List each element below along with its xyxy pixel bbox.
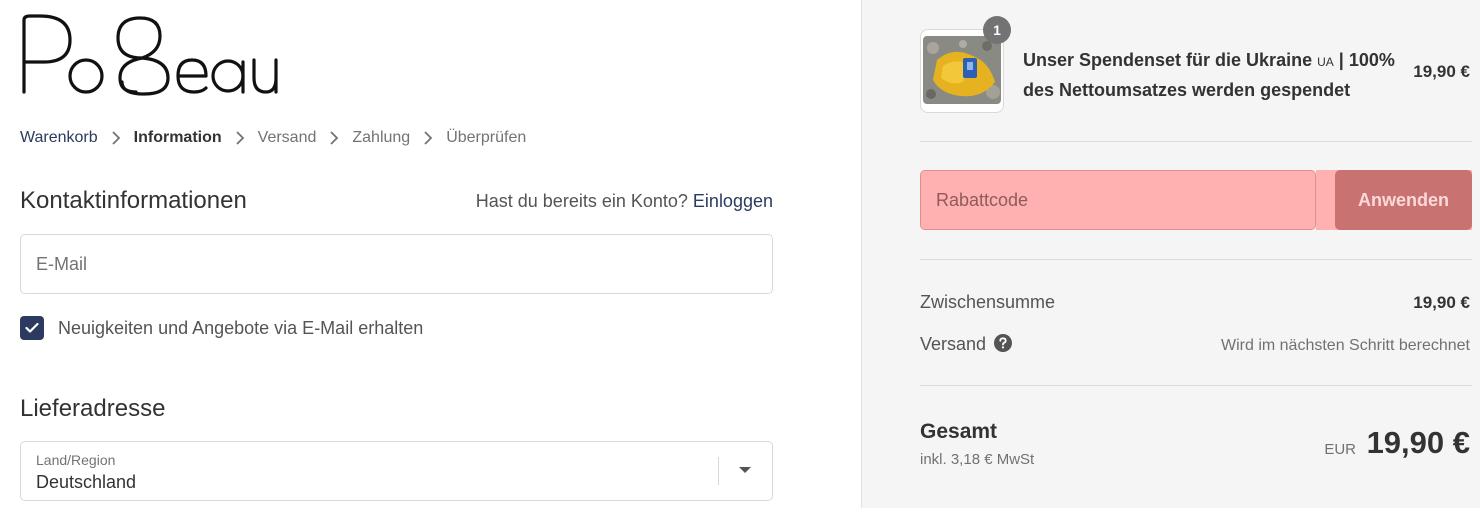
breadcrumb-payment: Zahlung <box>352 129 411 146</box>
product-image <box>923 36 1001 104</box>
breadcrumb-shipping: Versand <box>257 129 317 146</box>
pobeau-logo[interactable] <box>18 12 280 98</box>
breadcrumb-review: Überprüfen <box>446 129 527 146</box>
chevron-right-icon <box>416 128 440 148</box>
subtotal-label: Zwischensumme <box>920 292 1056 312</box>
product-price: 19,90 € <box>1413 62 1470 81</box>
account-question: Hast du bereits ein Konto? <box>475 191 688 211</box>
product-thumbnail: 1 <box>920 16 1011 113</box>
product-name-flag: UA <box>1317 55 1334 69</box>
divider <box>920 259 1472 260</box>
discount-field <box>920 170 1316 230</box>
newsletter-label: Neuigkeiten und Angebote via E-Mail erha… <box>58 317 424 338</box>
divider <box>920 141 1472 142</box>
email-input[interactable] <box>21 235 772 293</box>
login-link[interactable]: Einloggen <box>693 191 773 211</box>
shipping-note: Wird im nächsten Schritt berechnet <box>1221 337 1470 354</box>
currency-code: EUR <box>1324 441 1356 458</box>
subtotal-value: 19,90 € <box>1413 293 1470 312</box>
discount-code-input[interactable] <box>921 171 1315 229</box>
tax-note: inkl. 3,18 € MwSt <box>920 451 1035 468</box>
product-name: Unser Spendenset für die Ukraine UA | 10… <box>1023 50 1395 100</box>
total-label: Gesamt <box>920 420 998 443</box>
apply-discount-button[interactable]: Anwenden <box>1335 170 1472 230</box>
total-value: 19,90 € <box>1366 425 1470 460</box>
order-summary: 1 Unser Spendenset für die Ukraine UA | … <box>861 0 1480 508</box>
email-field <box>20 234 773 294</box>
country-label: Land/Region <box>36 452 116 468</box>
caret-down-icon <box>739 467 751 473</box>
country-value: Deutschland <box>36 472 137 492</box>
divider <box>920 385 1472 386</box>
checkmark-icon <box>25 322 39 333</box>
chevron-right-icon <box>322 128 346 148</box>
checkout-main: Warenkorb Information Versand Zahlung Üb… <box>0 0 861 508</box>
breadcrumb-cart[interactable]: Warenkorb <box>20 129 98 147</box>
newsletter-checkbox[interactable] <box>20 316 44 340</box>
shipping-label: Versand <box>920 334 987 354</box>
shipping-section-title: Lieferadresse <box>20 395 166 422</box>
quantity-badge: 1 <box>983 16 1011 44</box>
login-prompt: Hast du bereits ein Konto? Einloggen <box>476 191 773 212</box>
contact-section-title: Kontaktinformationen <box>20 187 247 214</box>
breadcrumb-information: Information <box>133 129 222 146</box>
chevron-right-icon <box>104 128 128 148</box>
question-circle-icon[interactable] <box>994 334 1013 352</box>
country-select[interactable]: Land/Region Deutschland <box>20 441 773 501</box>
breadcrumb: Warenkorb Information Versand Zahlung Üb… <box>20 128 526 148</box>
select-divider <box>718 457 719 485</box>
newsletter-option[interactable]: Neuigkeiten und Angebote via E-Mail erha… <box>20 316 423 340</box>
shipping-row: Versand <box>920 334 1013 355</box>
chevron-right-icon <box>228 128 252 148</box>
